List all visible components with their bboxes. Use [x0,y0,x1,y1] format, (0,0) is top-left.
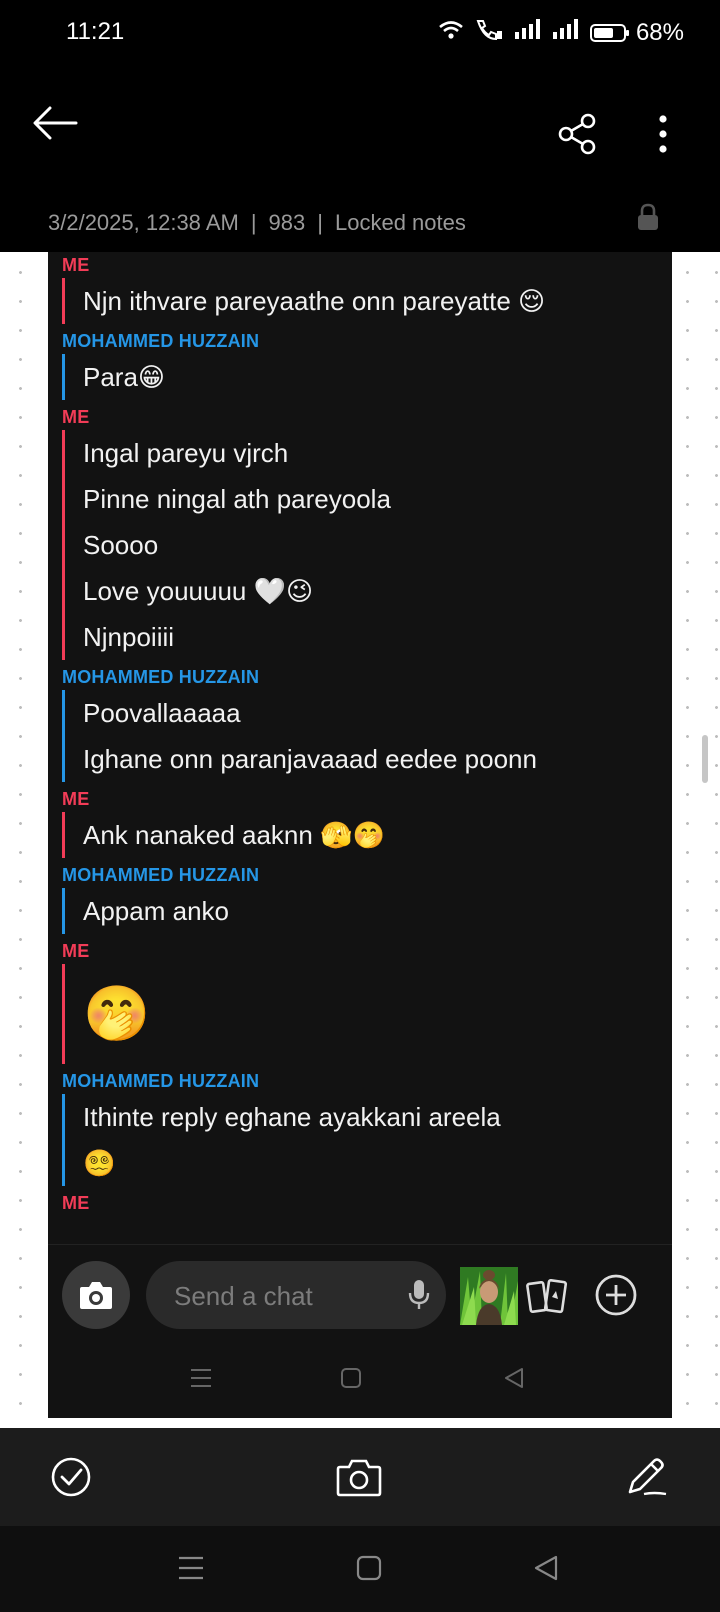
back-triangle-icon [505,1368,523,1388]
chat-screenshot: ME Njn ithvare pareyaathe onn pareyatte 😌… [48,252,672,1418]
chat-message: Love youuuuu 🤍😉 [83,576,314,606]
chat-sender-label: ME [62,407,90,427]
note-char-count: 983 [268,210,306,235]
back-triangle-icon[interactable] [534,1555,558,1581]
camera-icon [80,1282,112,1309]
system-nav-bar [0,1526,720,1612]
chat-message: Ithinte reply eghane ayakkani areela [83,1102,501,1132]
meta-separator: | [317,210,323,235]
chat-message: Appam anko [83,896,229,926]
chat-message: Njnpoiiii [83,622,175,652]
chat-sender-label: ME [62,789,90,809]
menu-lines-icon[interactable] [178,1556,204,1580]
wifi-icon [438,19,464,47]
chat-sender-label: ME [62,255,90,275]
plus-circle-icon[interactable] [594,1273,638,1317]
chat-message: Ank nanaked aaknn 🫣🤭 [83,820,385,850]
note-header [0,70,720,190]
chat-sender-label: ME [62,1193,90,1213]
share-icon[interactable] [556,112,600,156]
avatar[interactable] [460,1267,518,1325]
chat-message-group: Ithinte reply eghane ayakkani areela 😵‍💫 [62,1094,672,1186]
camera-icon[interactable] [336,1456,382,1498]
more-vertical-icon[interactable] [646,114,680,154]
battery-level-fill [593,27,613,38]
screenshot-nav-bar [48,1342,672,1418]
chat-message-group: 🤭 [62,964,672,1064]
arrow-left-icon[interactable] [30,98,80,148]
check-circle-icon[interactable] [50,1456,92,1498]
chat-sender-label: MOHAMMED HUZZAIN [62,865,260,885]
chat-message-group: Appam anko [62,888,672,934]
note-meta-text: 3/2/2025, 12:38 AM | 983 | Locked notes [48,210,466,236]
cards-icon[interactable] [526,1277,570,1317]
chat-sender-label: MOHAMMED HUZZAIN [62,331,260,351]
pencil-icon[interactable] [624,1454,668,1498]
signal-icon [514,18,542,47]
camera-button[interactable] [62,1261,130,1329]
lock-icon [636,202,660,232]
chat-message: Njn ithvare pareyaathe onn pareyatte 😌 [83,286,546,316]
battery-percent: 68% [635,18,684,46]
home-square-icon[interactable] [356,1555,382,1581]
mic-icon[interactable] [408,1279,430,1311]
chat-message-group: Poovallaaaaa Ighane onn paranjavaaad eede… [62,690,672,782]
chat-message: 🤭 [83,984,151,1044]
chat-message: Pinne ningal ath pareyoola [83,484,391,514]
note-toolbar [0,1428,720,1526]
meta-separator: | [250,210,257,235]
note-folder: Locked notes [334,210,466,235]
chat-message: Soooo [83,530,159,560]
home-square-icon [341,1368,361,1388]
chat-message-group: Para😁 [62,354,672,400]
chat-message: Ighane onn paranjavaaad eedee poonn [83,744,537,774]
chat-sender-label: ME [62,941,90,961]
status-icons: 68% [438,18,684,47]
status-bar: 11:21 68% [0,0,720,70]
scroll-indicator[interactable] [702,735,708,783]
chat-message-group: Ingal pareyu vjrch Pinne ningal ath parey… [62,430,672,660]
chat-message: 😵‍💫 [83,1148,116,1178]
chat-sender-label: MOHAMMED HUZZAIN [62,1071,260,1091]
chat-composer: Send a chat [48,1244,672,1343]
status-time: 11:21 [66,18,125,45]
note-date: 3/2/2025, 12:38 AM [48,210,239,235]
chat-message-group: Njn ithvare pareyaathe onn pareyatte 😌 [62,278,672,324]
signal-icon [552,18,580,47]
wifi-call-icon [474,18,504,47]
chat-sender-label: MOHAMMED HUZZAIN [62,667,260,687]
chat-message-list: ME Njn ithvare pareyaathe onn pareyatte 😌… [48,252,672,1244]
chat-message: Para😁 [83,362,166,392]
note-meta: 3/2/2025, 12:38 AM | 983 | Locked notes [0,190,720,252]
send-chat-input[interactable]: Send a chat [146,1261,446,1329]
send-chat-placeholder: Send a chat [174,1281,313,1311]
chat-message-group: Ank nanaked aaknn 🫣🤭 [62,812,672,858]
chat-message: Ingal pareyu vjrch [83,438,289,468]
battery-icon [589,23,629,42]
chat-message: Poovallaaaaa [83,698,241,728]
menu-lines-icon [191,1369,211,1387]
